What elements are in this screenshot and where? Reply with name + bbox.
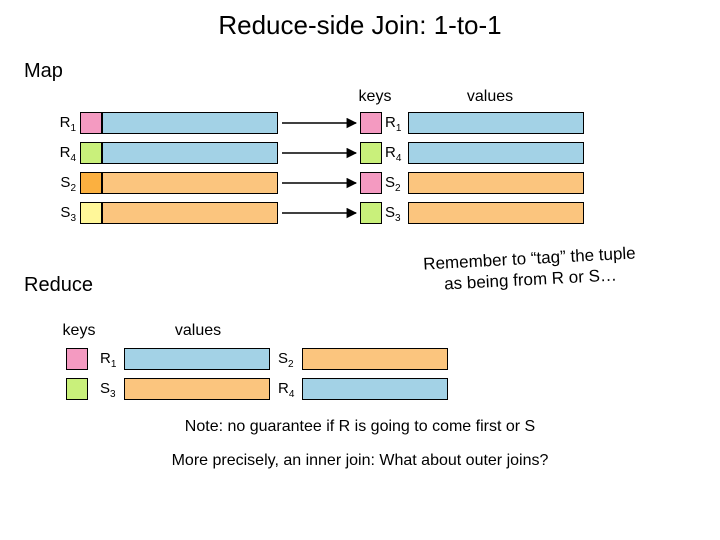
reduce-key-1 [66, 348, 88, 370]
reduce-val-S3 [124, 378, 270, 400]
reduce-label-R1: R1 [100, 350, 116, 370]
values-header-reduce: values [168, 322, 228, 340]
footnote: Note: no guarantee if R is going to come… [0, 418, 720, 436]
reduce-label-S3: S3 [100, 380, 116, 400]
reduce-label-S2: S2 [278, 350, 294, 370]
reduce-val-R4 [302, 378, 448, 400]
reduce-label: Reduce [24, 274, 93, 297]
reduce-val-R1 [124, 348, 270, 370]
reduce-label-R4: R4 [278, 380, 294, 400]
keys-header-reduce: keys [54, 322, 104, 340]
reduce-key-2 [66, 378, 88, 400]
footnote2: More precisely, an inner join: What abou… [0, 452, 720, 470]
reduce-val-S2 [302, 348, 448, 370]
